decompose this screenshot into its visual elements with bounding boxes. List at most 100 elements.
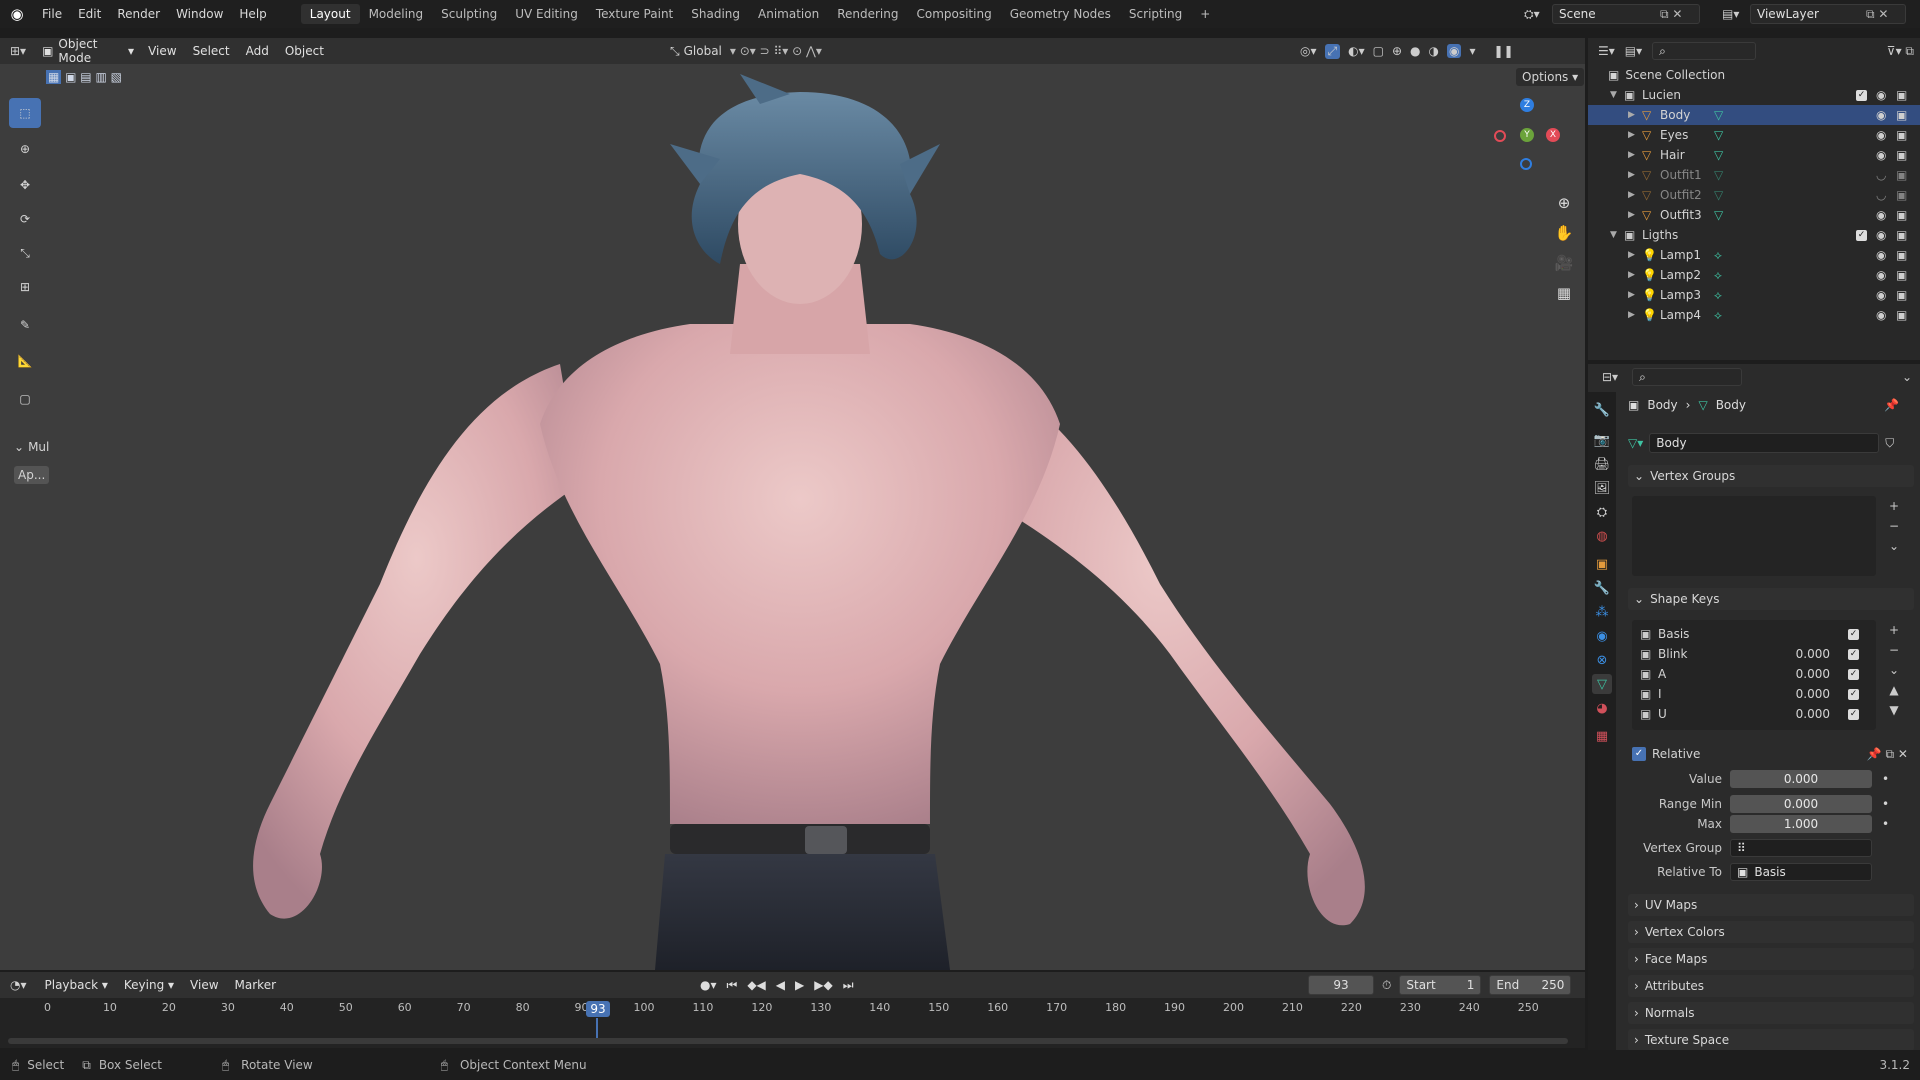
axis-z[interactable]: Z xyxy=(1520,98,1534,112)
shape-key-mute-checkbox[interactable]: ✓ xyxy=(1848,688,1859,700)
menu-keying[interactable]: Keying ▾ xyxy=(116,976,182,994)
keyframe-dot-icon[interactable]: • xyxy=(1882,797,1889,811)
eye-closed-icon[interactable]: ◡ xyxy=(1876,168,1886,182)
render-camera-icon[interactable]: ▣ xyxy=(1896,208,1907,222)
tab-shading[interactable]: Shading xyxy=(682,4,749,24)
options-button[interactable]: Options ▾ xyxy=(1516,68,1585,86)
panel-header-texture-space[interactable]: › Texture Space xyxy=(1628,1029,1914,1051)
shape-key-lock-icons[interactable]: 📌 ⧉ ✕ xyxy=(1867,747,1908,762)
shape-key-row-u[interactable]: ▣ U 0.000 ✓ xyxy=(1640,704,1870,724)
tab-scripting[interactable]: Scripting xyxy=(1120,4,1191,24)
disclosure-triangle-icon[interactable]: ▶ xyxy=(1628,210,1642,220)
eye-closed-icon[interactable]: ◡ xyxy=(1876,188,1886,202)
tab-modeling[interactable]: Modeling xyxy=(360,4,433,24)
tab-sculpting[interactable]: Sculpting xyxy=(432,4,506,24)
fake-user-icon[interactable]: ⛉ xyxy=(1885,436,1894,451)
mesh-data-name-field[interactable]: Body xyxy=(1649,433,1880,453)
tab-animation[interactable]: Animation xyxy=(749,4,828,24)
menu-playback[interactable]: Playback ▾ xyxy=(37,976,116,994)
tab-texture-paint[interactable]: Texture Paint xyxy=(587,4,682,24)
outliner-item-eyes[interactable]: ▶ ▽ Eyes ▽ ◉ ▣ xyxy=(1588,125,1920,145)
pin-icon[interactable]: 📌 xyxy=(1884,398,1899,412)
add-cube-tool-icon[interactable]: ▢ xyxy=(9,384,41,414)
shading-wireframe-icon[interactable]: ⊕ xyxy=(1392,44,1402,58)
display-mode-icon[interactable]: ▤▾ xyxy=(1625,44,1642,58)
outliner-item-body[interactable]: ▶ ▽ Body ▽ ◉ ▣ xyxy=(1588,105,1920,125)
modifier-tab-icon[interactable]: 🔧 xyxy=(1592,578,1612,598)
render-camera-icon[interactable]: ▣ xyxy=(1896,148,1907,162)
select-box-tool-icon[interactable]: ⬚ xyxy=(9,98,41,128)
shape-key-mute-checkbox[interactable]: ✓ xyxy=(1848,628,1859,640)
vertex-group-specials-button[interactable]: ⌄ xyxy=(1886,536,1902,556)
menu-view[interactable]: View xyxy=(140,42,184,60)
mesh-data-icon[interactable]: ▽ xyxy=(1714,188,1723,202)
overlay-icon[interactable]: ◐▾ xyxy=(1348,44,1365,58)
shape-key-value[interactable]: 0.000 xyxy=(1778,667,1830,681)
mesh-data-icon[interactable]: ▽ xyxy=(1714,108,1723,122)
world-tab-icon[interactable]: ◍ xyxy=(1592,526,1612,546)
outliner-item-ligths[interactable]: ▼ ▣ Ligths ✓ ◉ ▣ xyxy=(1588,225,1920,245)
physics-tab-icon[interactable]: ◉ xyxy=(1592,626,1612,646)
transform-orientation-dropdown[interactable]: Global xyxy=(684,44,722,58)
menu-window[interactable]: Window xyxy=(168,7,231,21)
view-layer-tab-icon[interactable]: 🖼 xyxy=(1592,478,1612,498)
play-reverse-icon[interactable]: ◀ xyxy=(776,978,785,992)
outliner-item-lamp4[interactable]: ▶ 💡 Lamp4 ⟡ ◉ ▣ xyxy=(1588,305,1920,325)
shape-key-specials-button[interactable]: ⌄ xyxy=(1886,660,1902,680)
shape-key-value[interactable]: 0.000 xyxy=(1778,647,1830,661)
pan-hand-icon[interactable]: ✋ xyxy=(1554,218,1574,248)
panel-header-vertex-colors[interactable]: › Vertex Colors xyxy=(1628,921,1914,943)
object-data-tab-icon[interactable]: ▽ xyxy=(1592,674,1612,694)
render-tab-icon[interactable]: 📷 xyxy=(1592,430,1612,450)
zoom-icon[interactable]: ⊕ xyxy=(1554,188,1574,218)
shading-options-icon[interactable]: ▾ xyxy=(1469,44,1475,58)
tab-uv-editing[interactable]: UV Editing xyxy=(506,4,587,24)
camera-icon[interactable]: 🎥 xyxy=(1554,248,1574,278)
axis-x[interactable]: X xyxy=(1546,128,1560,142)
jump-start-icon[interactable]: ⏮ xyxy=(727,978,738,993)
panel-header-face-maps[interactable]: › Face Maps xyxy=(1628,948,1914,970)
menu-edit[interactable]: Edit xyxy=(70,7,109,21)
tab-layout[interactable]: Layout xyxy=(300,4,360,24)
outliner-item-outfit3[interactable]: ▶ ▽ Outfit3 ▽ ◉ ▣ xyxy=(1588,205,1920,225)
panel-header-attributes[interactable]: › Attributes xyxy=(1628,975,1914,997)
shape-key-value[interactable]: 0.000 xyxy=(1778,707,1830,721)
outliner-item-outfit2[interactable]: ▶ ▽ Outfit2 ▽ ◡ ▣ xyxy=(1588,185,1920,205)
mesh-data-browse-icon[interactable]: ▽▾ xyxy=(1628,436,1643,450)
shading-material-icon[interactable]: ◑ xyxy=(1429,44,1439,58)
shape-key-value[interactable]: 0.000 xyxy=(1778,687,1830,701)
render-camera-icon[interactable]: ▣ xyxy=(1896,108,1907,122)
keyframe-dot-icon[interactable]: • xyxy=(1882,817,1889,831)
measure-tool-icon[interactable]: 📐 xyxy=(9,346,41,376)
outliner-item-lamp3[interactable]: ▶ 💡 Lamp3 ⟡ ◉ ▣ xyxy=(1588,285,1920,305)
menu-marker[interactable]: Marker xyxy=(227,976,284,994)
eye-icon[interactable]: ◉ xyxy=(1876,108,1886,122)
last-operator-panel[interactable]: ⌄ Mul xyxy=(14,440,49,454)
filter-icon[interactable]: ⊽▾ ⧉ xyxy=(1887,44,1914,59)
menu-render[interactable]: Render xyxy=(109,7,168,21)
light-data-icon[interactable]: ⟡ xyxy=(1714,308,1722,323)
mesh-data-icon[interactable]: ▽ xyxy=(1714,208,1723,222)
start-frame-field[interactable]: Start 1 xyxy=(1399,975,1482,995)
render-camera-icon[interactable]: ▣ xyxy=(1896,308,1907,322)
render-camera-icon[interactable]: ▣ xyxy=(1896,88,1907,102)
value-field[interactable]: 0.000 xyxy=(1730,770,1872,788)
eye-icon[interactable]: ◉ xyxy=(1876,268,1886,282)
render-camera-icon[interactable]: ▣ xyxy=(1896,288,1907,302)
new-scene-icon[interactable]: ⧉ ✕ xyxy=(1660,7,1682,22)
shape-key-row-i[interactable]: ▣ I 0.000 ✓ xyxy=(1640,684,1870,704)
disclosure-triangle-icon[interactable]: ▼ xyxy=(1610,90,1624,100)
rotate-tool-icon[interactable]: ⟳ xyxy=(9,204,41,234)
shape-key-row-a[interactable]: ▣ A 0.000 ✓ xyxy=(1640,664,1870,684)
render-camera-icon[interactable]: ▣ xyxy=(1896,168,1907,182)
editor-type-icon[interactable]: ⊞▾ xyxy=(0,44,36,58)
collection-exclude-checkbox[interactable]: ✓ xyxy=(1856,229,1867,241)
timeline-editor-icon[interactable]: ◔▾ xyxy=(0,978,37,992)
scene-icon[interactable]: ⛭▾ xyxy=(1524,7,1552,22)
eye-icon[interactable]: ◉ xyxy=(1876,228,1886,242)
move-shape-key-down-button[interactable]: ▼ xyxy=(1886,700,1902,720)
render-camera-icon[interactable]: ▣ xyxy=(1896,248,1907,262)
record-icon[interactable]: ●▾ xyxy=(700,978,717,992)
disclosure-triangle-icon[interactable]: ▶ xyxy=(1628,290,1642,300)
outliner-item-lamp2[interactable]: ▶ 💡 Lamp2 ⟡ ◉ ▣ xyxy=(1588,265,1920,285)
